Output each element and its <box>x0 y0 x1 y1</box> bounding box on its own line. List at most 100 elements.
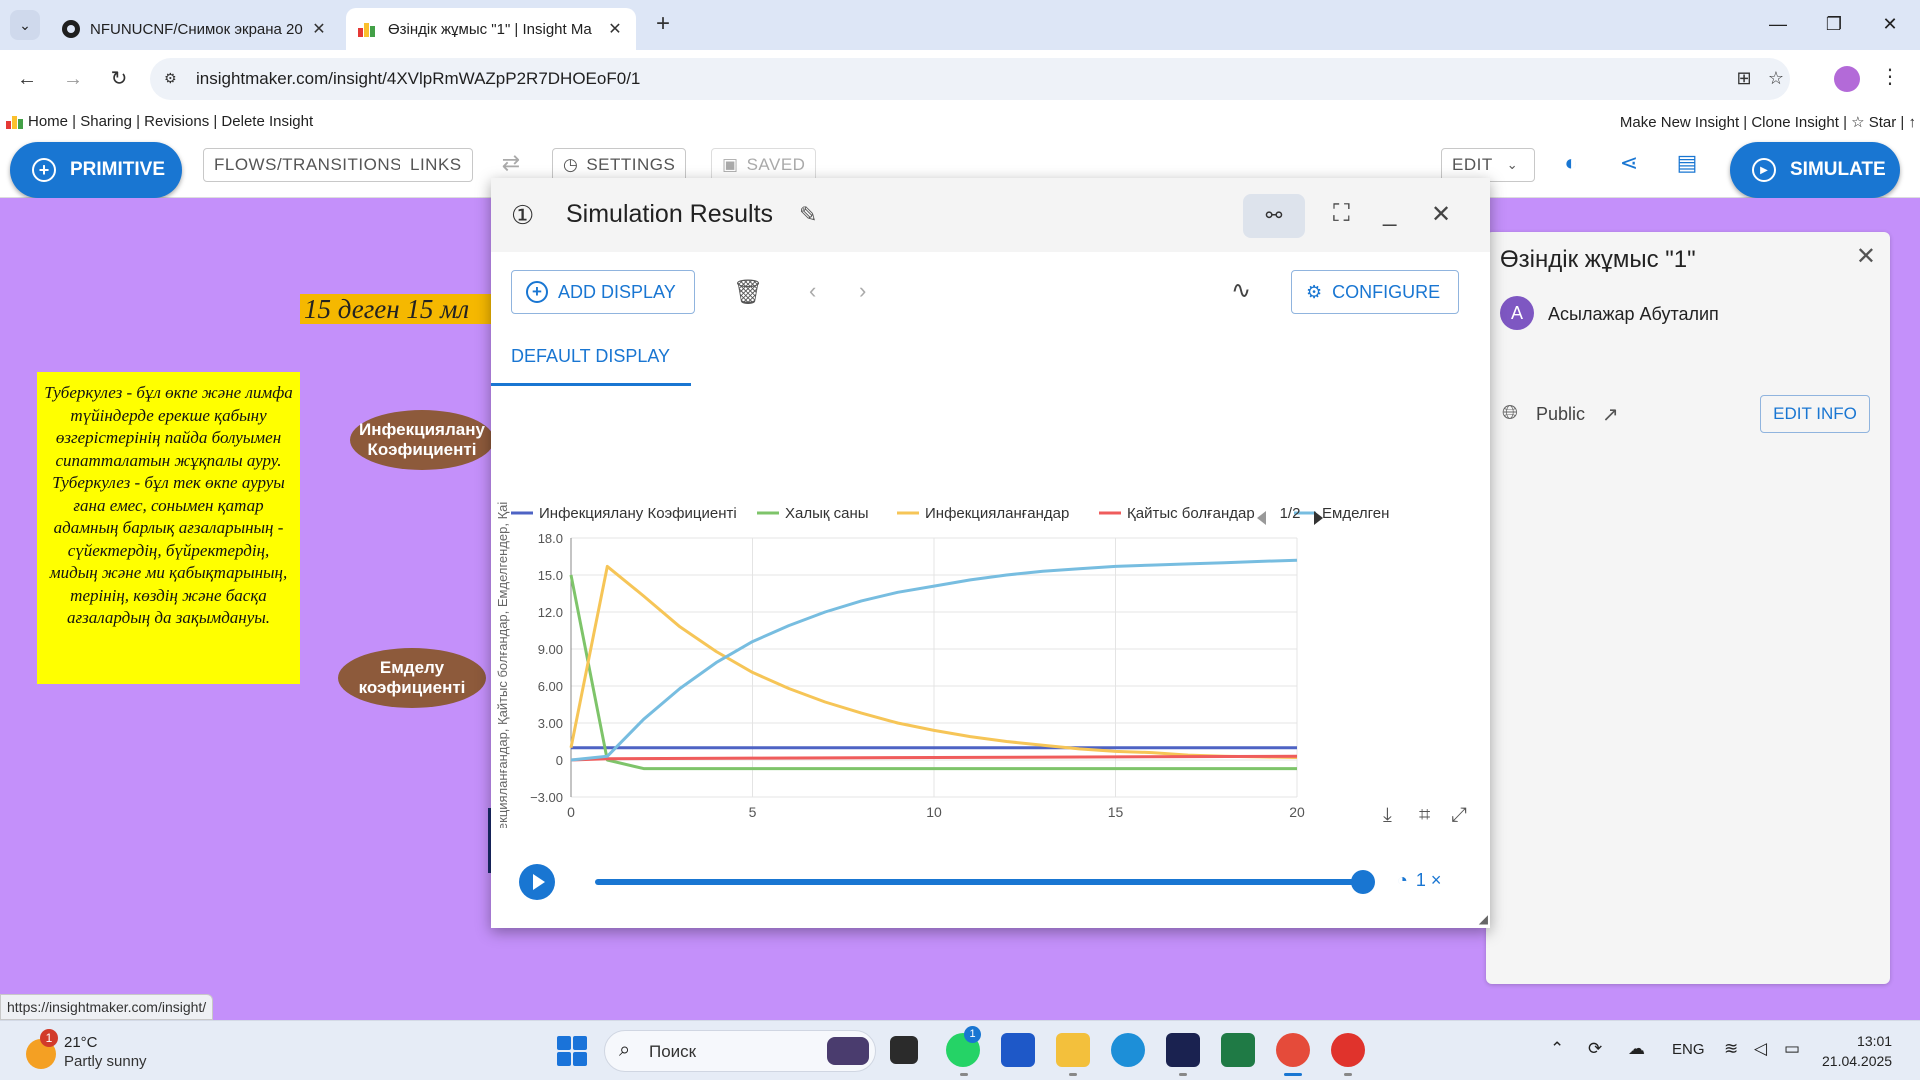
file-explorer-icon[interactable] <box>1056 1033 1090 1067</box>
edge-icon[interactable] <box>1111 1033 1145 1067</box>
system-clock[interactable]: 13:01 21.04.2025 <box>1822 1031 1892 1071</box>
taskbar-search[interactable]: ⌕ Поиск <box>604 1030 876 1072</box>
add-display-button[interactable]: + ADD DISPLAY <box>511 270 695 314</box>
compare-results-icon[interactable]: ⚯ <box>1243 194 1305 238</box>
windows-start-icon[interactable] <box>557 1036 587 1066</box>
browser-tab-insight[interactable]: Өзіндік жұмыс "1" | Insight Ma ✕ <box>346 8 636 50</box>
close-window-icon[interactable]: ✕ <box>1870 10 1910 38</box>
add-display-label: ADD DISPLAY <box>558 281 676 302</box>
close-icon[interactable]: ✕ <box>1856 242 1876 271</box>
volume-icon[interactable]: ◁ <box>1754 1039 1767 1059</box>
time-slider[interactable] <box>595 879 1365 885</box>
toolbox-icon[interactable]: ▤ <box>1672 150 1702 180</box>
clock-icon: ◷ <box>563 155 579 174</box>
links-button[interactable]: LINKS <box>400 148 473 182</box>
wifi-icon[interactable]: ≋ <box>1724 1039 1738 1059</box>
saved-label: SAVED <box>746 155 806 174</box>
gear-icon: ⚙ <box>1306 281 1323 302</box>
resize-handle-icon[interactable]: ◢ <box>1479 912 1488 926</box>
insightmaker-logo-icon <box>6 115 24 129</box>
download-icon[interactable]: ⤓ <box>1383 804 1392 827</box>
canvas-banner-text[interactable]: 15 деген 15 мл <box>300 294 500 324</box>
trash-icon[interactable]: 🗑︎ <box>733 278 763 307</box>
results-line-chart: −3.0003.006.009.0012.015.018.005101520Ti… <box>495 502 1389 828</box>
restore-icon[interactable]: ❐ <box>1814 10 1854 38</box>
share-icon[interactable]: ⋖ <box>1614 150 1644 180</box>
tab-search-button[interactable]: ⌄ <box>10 10 40 40</box>
result-number-icon: ① <box>511 200 535 230</box>
avatar[interactable]: A <box>1500 296 1534 330</box>
browser-tab-github[interactable]: NFUNUCNF/Снимок экрана 20 ✕ <box>50 8 340 50</box>
infection-coefficient-variable[interactable]: Инфекциялану Коэфициенті <box>350 410 494 470</box>
y-axis-label: Инфекцияланғандар, Қайтыс болғандар, Емд… <box>495 502 510 828</box>
weather-badge: 1 <box>40 1029 58 1047</box>
speed-control[interactable]: ◔ 1 × <box>1397 870 1441 891</box>
scribble-icon[interactable]: ∿ <box>1231 276 1251 305</box>
chevron-up-icon[interactable]: ⌃ <box>1550 1039 1564 1059</box>
chevron-left-icon[interactable]: ‹ <box>809 278 816 304</box>
plus-circle-icon: + <box>32 158 56 182</box>
browser-menu-icon[interactable]: ⋮ <box>1880 64 1900 89</box>
close-icon[interactable]: ✕ <box>606 19 624 39</box>
sync-icon[interactable]: ⟳ <box>1588 1039 1602 1059</box>
speedometer-icon: ◔ <box>1397 870 1408 890</box>
configure-button[interactable]: ⚙ CONFIGURE <box>1291 270 1460 314</box>
clock-time: 13:01 <box>1857 1033 1893 1049</box>
simulate-button[interactable]: ▶ SIMULATE <box>1730 142 1900 198</box>
primitive-label: PRIMITIVE <box>70 159 166 180</box>
search-placeholder: Поиск <box>649 1042 697 1061</box>
links-label: LINKS <box>410 155 462 174</box>
add-primitive-button[interactable]: + PRIMITIVE <box>10 142 182 198</box>
search-icon: ⌕ <box>619 1039 631 1061</box>
palette-icon[interactable]: ◐ <box>1556 150 1586 180</box>
reset-zoom-icon[interactable]: ⤢ <box>1451 804 1467 827</box>
settings-button[interactable]: ◷ SETTINGS <box>552 148 687 182</box>
author-name[interactable]: Асылажар Абуталип <box>1548 304 1719 325</box>
flows-transitions-button[interactable]: FLOWS/TRANSITIONS <box>203 148 413 182</box>
forward-icon[interactable]: → <box>58 64 88 94</box>
chevron-right-icon[interactable]: › <box>859 278 866 304</box>
canvas-text-note[interactable]: Туберкулез - бұл өкпе және лимфа түйінде… <box>37 372 300 684</box>
github-icon <box>62 20 80 38</box>
time-slider-handle[interactable] <box>1351 870 1375 894</box>
battery-icon[interactable]: ▭ <box>1784 1039 1800 1059</box>
wps-office-icon[interactable] <box>1331 1033 1365 1067</box>
profile-avatar[interactable] <box>1834 66 1860 92</box>
insight-nav-links[interactable]: Home | Sharing | Revisions | Delete Insi… <box>28 113 313 130</box>
cloud-off-icon[interactable]: ☁ <box>1628 1039 1645 1059</box>
pencil-icon[interactable]: ✎ <box>799 202 817 228</box>
play-button[interactable] <box>519 864 555 900</box>
insight-action-links[interactable]: Make New Insight | Clone Insight | ☆ Sta… <box>1620 113 1916 131</box>
reload-icon[interactable]: ↻ <box>104 64 134 94</box>
trending-icon[interactable]: ↗ <box>1602 402 1619 427</box>
y-tick-label: 18.0 <box>538 531 563 546</box>
wisemapping-icon[interactable] <box>1166 1033 1200 1067</box>
insight-info-panel: Өзіндік жұмыс "1" ✕ A Асылажар Абуталип … <box>1486 232 1890 984</box>
language-indicator[interactable]: ENG <box>1672 1041 1705 1058</box>
excel-icon[interactable] <box>1221 1033 1255 1067</box>
url-field[interactable]: ⚙ insightmaker.com/insight/4XVlpRmWAZpP2… <box>150 58 1790 100</box>
swap-icon[interactable]: ⇄ <box>496 150 526 180</box>
chrome-icon[interactable] <box>1276 1033 1310 1067</box>
new-tab-button[interactable]: + <box>650 12 676 38</box>
tab-default-display[interactable]: DEFAULT DISPLAY <box>491 334 691 386</box>
microsoft-store-icon[interactable] <box>1001 1033 1035 1067</box>
minimize-icon[interactable]: _ <box>1383 200 1396 228</box>
address-bar: ← → ↻ ⚙ insightmaker.com/insight/4XVlpRm… <box>0 50 1920 108</box>
saved-button[interactable]: ▣ SAVED <box>711 148 817 182</box>
close-icon[interactable]: ✕ <box>1431 200 1451 229</box>
treatment-coefficient-variable[interactable]: Емделу коэфициенті <box>338 648 486 708</box>
task-view-icon[interactable] <box>890 1036 918 1064</box>
crop-icon[interactable]: ⌗ <box>1419 804 1430 827</box>
back-icon[interactable]: ← <box>12 64 42 94</box>
translate-icon[interactable]: ⊞ <box>1732 68 1756 92</box>
edit-info-button[interactable]: EDIT INFO <box>1760 395 1870 433</box>
edit-dropdown[interactable]: EDIT ⌄ <box>1441 148 1535 182</box>
tab-title: NFUNUCNF/Снимок экрана 20 <box>90 20 303 38</box>
close-icon[interactable]: ✕ <box>310 19 328 39</box>
site-info-icon[interactable]: ⚙ <box>164 70 182 88</box>
minimize-icon[interactable]: — <box>1758 10 1798 38</box>
fullscreen-icon[interactable]: ⛶ <box>1333 200 1350 228</box>
x-tick-label: 10 <box>926 804 942 820</box>
bookmark-star-icon[interactable]: ☆ <box>1764 68 1788 92</box>
